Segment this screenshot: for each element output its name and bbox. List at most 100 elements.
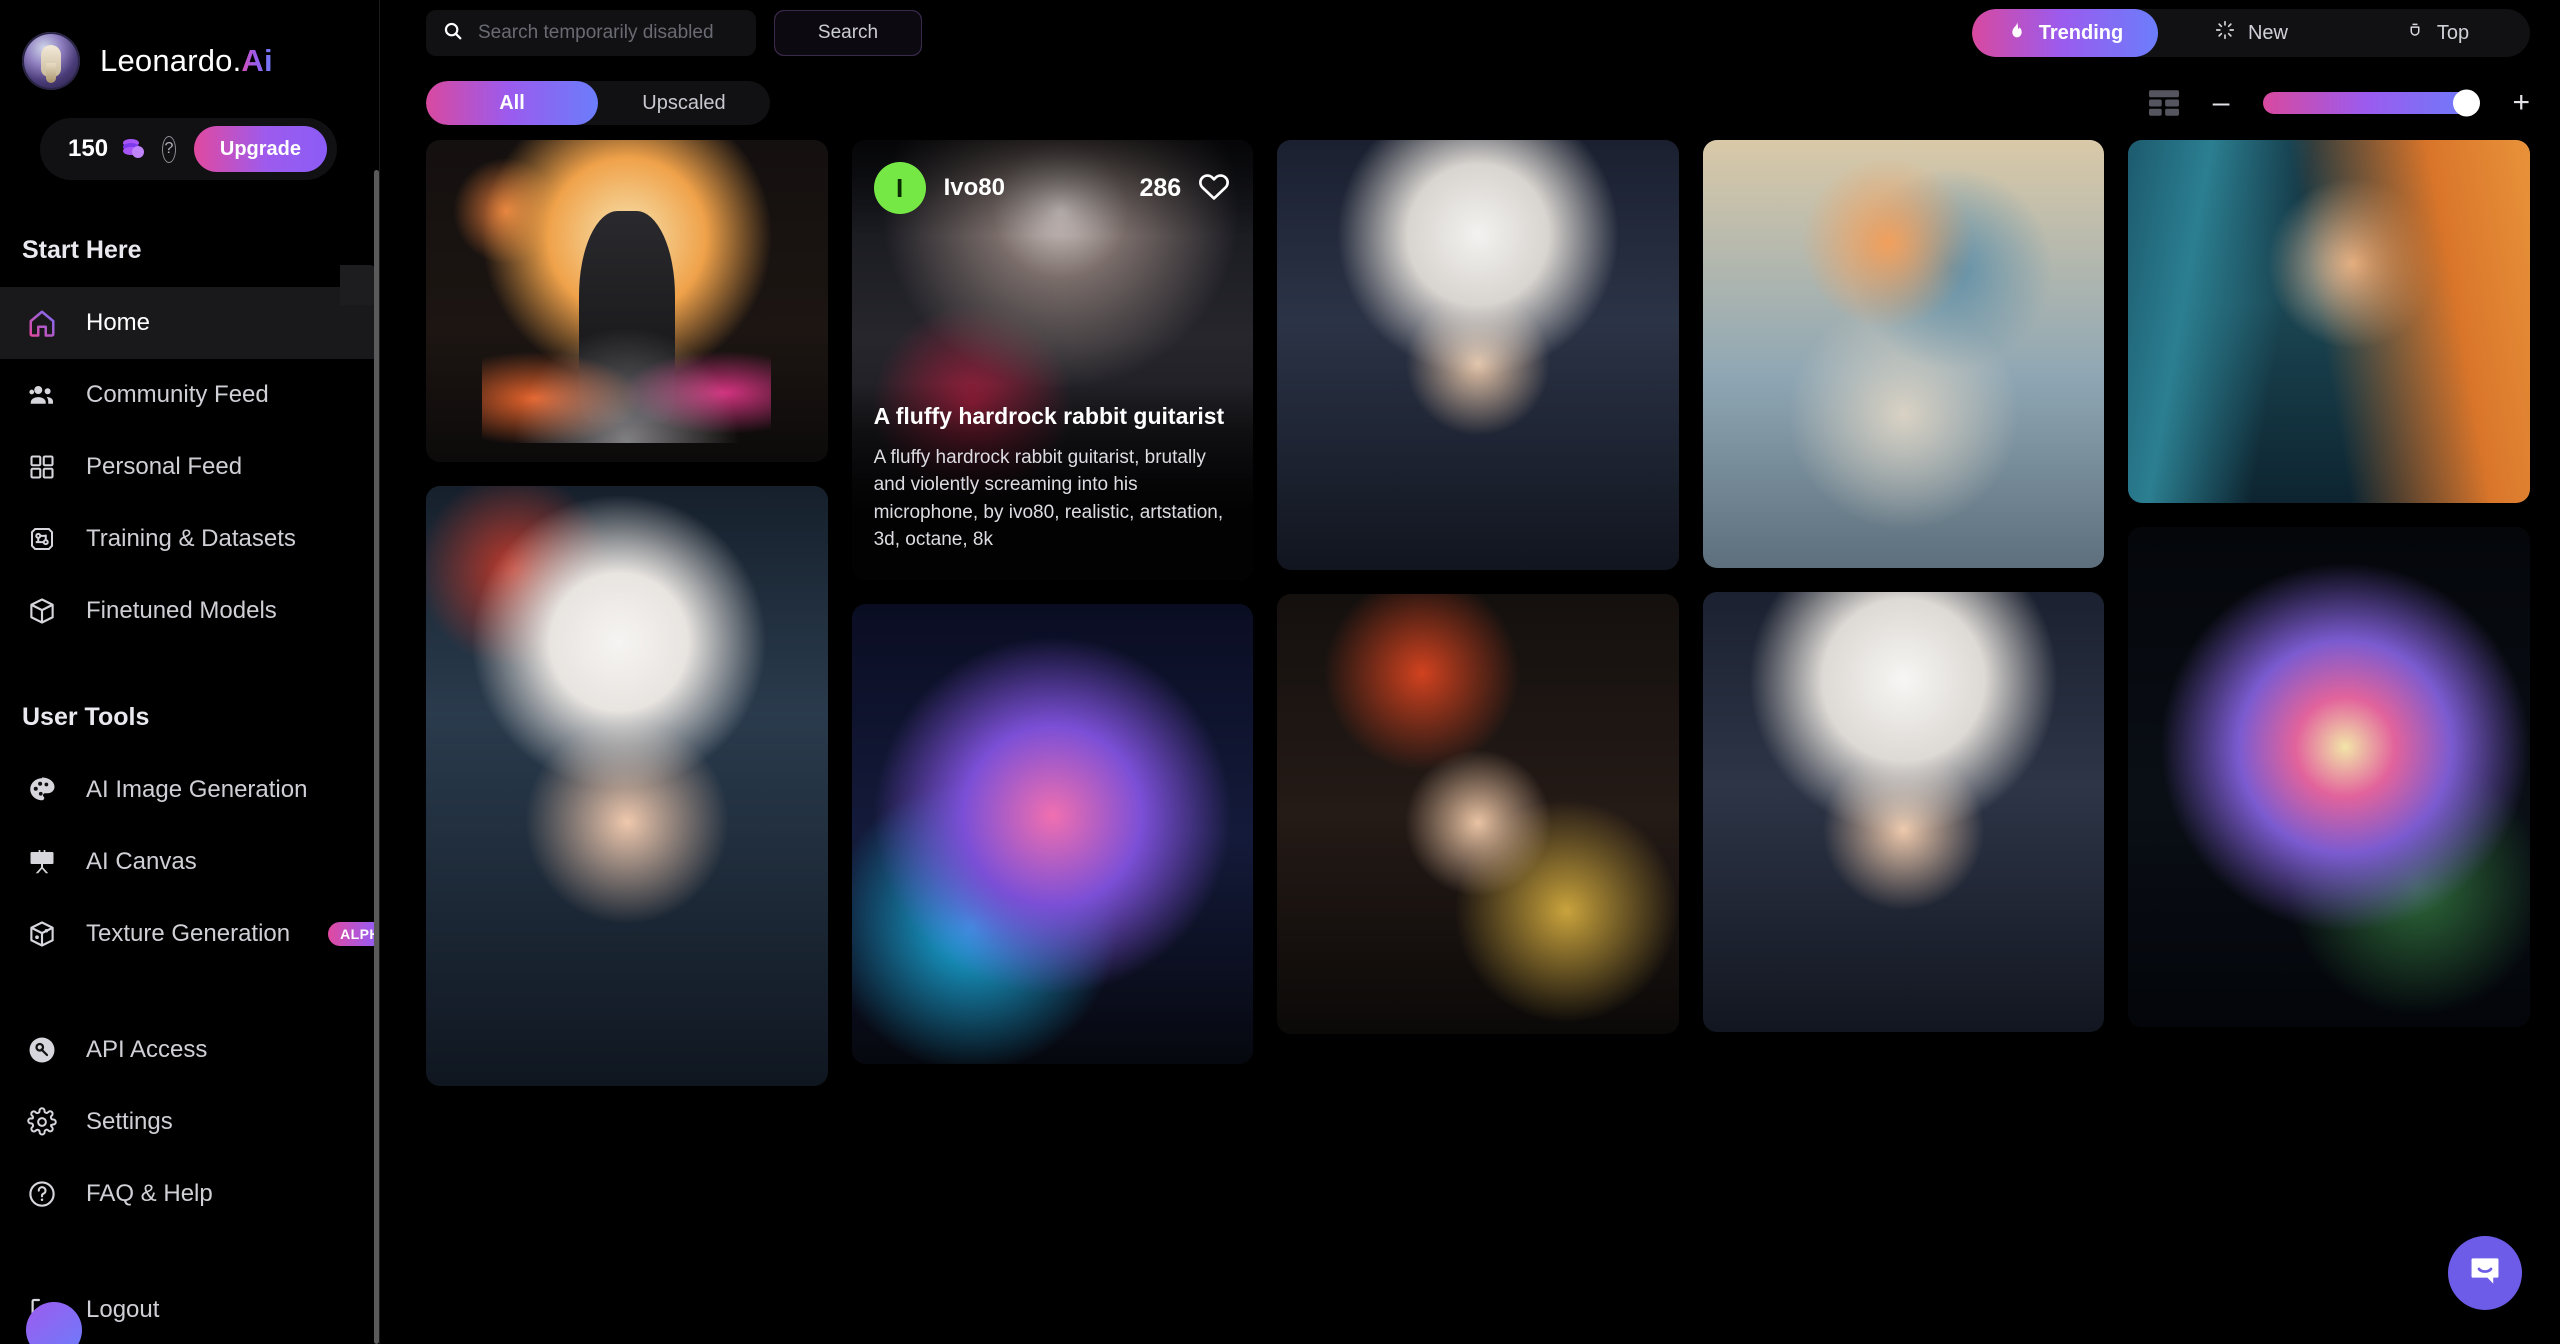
coins-icon bbox=[120, 137, 146, 161]
filter-tab-group: All Upscaled bbox=[426, 81, 770, 125]
sort-option-top-label: Top bbox=[2436, 21, 2470, 44]
card-image bbox=[1277, 140, 1679, 570]
search-button[interactable]: Search bbox=[774, 10, 922, 56]
avatar[interactable]: I bbox=[873, 162, 926, 214]
box-icon bbox=[24, 593, 60, 629]
filter-tab-all[interactable]: All bbox=[426, 81, 598, 125]
upgrade-button[interactable]: Upgrade bbox=[193, 126, 327, 172]
gallery-card-blue-flower-dew[interactable] bbox=[2128, 527, 2530, 1027]
sidebar-item-community-feed[interactable]: Community Feed bbox=[0, 359, 379, 431]
question-circle-icon bbox=[24, 1176, 60, 1212]
sidebar: Leonardo.Ai 150 ? Upgrade Start Here Hom… bbox=[0, 0, 380, 1344]
card-image bbox=[2128, 140, 2530, 503]
filter-tab-upscaled[interactable]: Upscaled bbox=[598, 81, 770, 125]
sidebar-item-api-access[interactable]: API Access bbox=[0, 1014, 379, 1086]
question-mark-icon[interactable]: ? bbox=[162, 135, 176, 163]
sort-toggle-group: Trending New Top bbox=[1972, 9, 2530, 57]
sort-option-new-label: New bbox=[2247, 21, 2288, 44]
alpha-badge: ALPHA bbox=[328, 922, 379, 946]
sidebar-item-personal-feed[interactable]: Personal Feed bbox=[0, 431, 379, 503]
nav-section-start-here-label: Start Here bbox=[22, 236, 142, 264]
gallery-column: I Ivo80 286 A fluffy hardrock rabbit gui… bbox=[851, 140, 1254, 1086]
brand-title-main: Leonardo. bbox=[100, 43, 242, 78]
flame-icon bbox=[2007, 19, 2027, 47]
sort-option-trending[interactable]: Trending bbox=[1972, 9, 2158, 57]
chat-widget-button[interactable] bbox=[2448, 1236, 2522, 1310]
search-icon bbox=[442, 20, 464, 47]
card-image bbox=[2128, 527, 2530, 1027]
gallery-card-neon-tiger[interactable] bbox=[851, 604, 1254, 1064]
sidebar-item-texture-generation[interactable]: Texture Generation ALPHA bbox=[0, 898, 379, 970]
gallery-card-roses-asian-portrait[interactable] bbox=[1277, 594, 1679, 1034]
gallery-card-rabbit-guitarist[interactable]: I Ivo80 286 A fluffy hardrock rabbit gui… bbox=[851, 140, 1254, 580]
sort-option-top[interactable]: Top bbox=[2344, 9, 2530, 57]
sidebar-item-training-datasets-label: Training & Datasets bbox=[86, 525, 296, 552]
chip-icon bbox=[24, 521, 60, 557]
card-image bbox=[851, 604, 1254, 1064]
gallery-card-christmas-portrait[interactable] bbox=[426, 486, 828, 1086]
brand-title-accent: Ai bbox=[241, 43, 273, 78]
search-area: Search bbox=[426, 10, 922, 56]
main-content: Search Trending bbox=[380, 0, 2560, 1344]
zoom-slider[interactable] bbox=[2263, 89, 2481, 117]
search-box[interactable] bbox=[426, 10, 756, 56]
nav-section-user-tools-label: User Tools bbox=[22, 703, 150, 731]
brand[interactable]: Leonardo.Ai bbox=[0, 0, 379, 90]
sidebar-item-faq-help[interactable]: FAQ & Help bbox=[0, 1158, 379, 1230]
gallery-card-white-hood-portrait[interactable] bbox=[1702, 592, 2105, 1032]
card-title: A fluffy hardrock rabbit guitarist bbox=[873, 402, 1225, 429]
card-image bbox=[1702, 140, 2105, 568]
card-likes[interactable]: 286 bbox=[1139, 170, 1231, 206]
home-icon bbox=[24, 305, 60, 341]
card-overlay-details: A fluffy hardrock rabbit guitarist A flu… bbox=[851, 382, 1254, 580]
card-overlay-header: I Ivo80 286 bbox=[851, 140, 1254, 236]
heart-icon[interactable] bbox=[1197, 170, 1231, 206]
sidebar-scrollbar[interactable] bbox=[374, 170, 379, 1344]
app-root: Leonardo.Ai 150 ? Upgrade Start Here Hom… bbox=[0, 0, 2560, 1344]
zoom-controls: – + bbox=[2148, 88, 2530, 118]
gallery-card-floral-fantasy-portrait[interactable] bbox=[1702, 140, 2105, 568]
layout-grid-icon[interactable] bbox=[2148, 90, 2179, 116]
sidebar-item-ai-image-generation[interactable]: AI Image Generation bbox=[0, 754, 379, 826]
sidebar-item-ai-image-generation-label: AI Image Generation bbox=[86, 776, 308, 803]
sidebar-item-ai-canvas[interactable]: AI Canvas bbox=[0, 826, 379, 898]
gear-icon bbox=[24, 1104, 60, 1140]
sort-option-new[interactable]: New bbox=[2158, 9, 2344, 57]
gallery-column bbox=[1702, 140, 2105, 1086]
sidebar-item-api-access-label: API Access bbox=[86, 1036, 208, 1063]
sidebar-item-texture-generation-label: Texture Generation bbox=[86, 920, 291, 947]
zoom-in-button[interactable]: + bbox=[2512, 88, 2530, 118]
gallery-card-samurai-cyberpunk[interactable] bbox=[426, 140, 828, 462]
card-description: A fluffy hardrock rabbit guitarist, brut… bbox=[873, 446, 1224, 551]
zoom-slider-thumb[interactable] bbox=[2453, 89, 2481, 117]
sidebar-scroll-nub bbox=[340, 265, 376, 305]
sidebar-item-community-feed-label: Community Feed bbox=[86, 381, 269, 408]
subbar: All Upscaled – + bbox=[380, 66, 2560, 140]
easel-icon bbox=[24, 844, 60, 880]
sidebar-item-home[interactable]: Home bbox=[0, 287, 379, 359]
sidebar-item-settings-label: Settings bbox=[86, 1108, 173, 1135]
gallery-card-abstract-face-collage[interactable] bbox=[2128, 140, 2530, 503]
sidebar-item-finetuned-models-label: Finetuned Models bbox=[86, 597, 277, 624]
gallery-card-winter-fur-hat-portrait[interactable] bbox=[1277, 140, 1679, 570]
sidebar-item-settings[interactable]: Settings bbox=[0, 1086, 379, 1158]
sidebar-item-ai-canvas-label: AI Canvas bbox=[86, 848, 197, 875]
sidebar-item-logout-label: Logout bbox=[86, 1296, 160, 1323]
sidebar-item-finetuned-models[interactable]: Finetuned Models bbox=[0, 575, 379, 647]
card-username[interactable]: Ivo80 bbox=[944, 174, 1005, 202]
brand-title: Leonardo.Ai bbox=[100, 43, 273, 79]
gallery-column bbox=[2128, 140, 2530, 1086]
leonardo-logo-icon bbox=[22, 32, 80, 90]
sparkle-icon bbox=[2214, 19, 2236, 47]
zoom-out-button[interactable]: – bbox=[2213, 88, 2230, 118]
image-gallery: I Ivo80 286 A fluffy hardrock rabbit gui… bbox=[380, 140, 2560, 1344]
key-icon bbox=[24, 1032, 60, 1068]
sort-option-trending-label: Trending bbox=[2038, 21, 2124, 44]
like-count: 286 bbox=[1139, 173, 1182, 202]
search-input[interactable] bbox=[478, 22, 740, 44]
sidebar-item-personal-feed-label: Personal Feed bbox=[86, 453, 243, 480]
trophy-icon bbox=[2405, 19, 2425, 47]
sidebar-item-training-datasets[interactable]: Training & Datasets bbox=[0, 503, 379, 575]
